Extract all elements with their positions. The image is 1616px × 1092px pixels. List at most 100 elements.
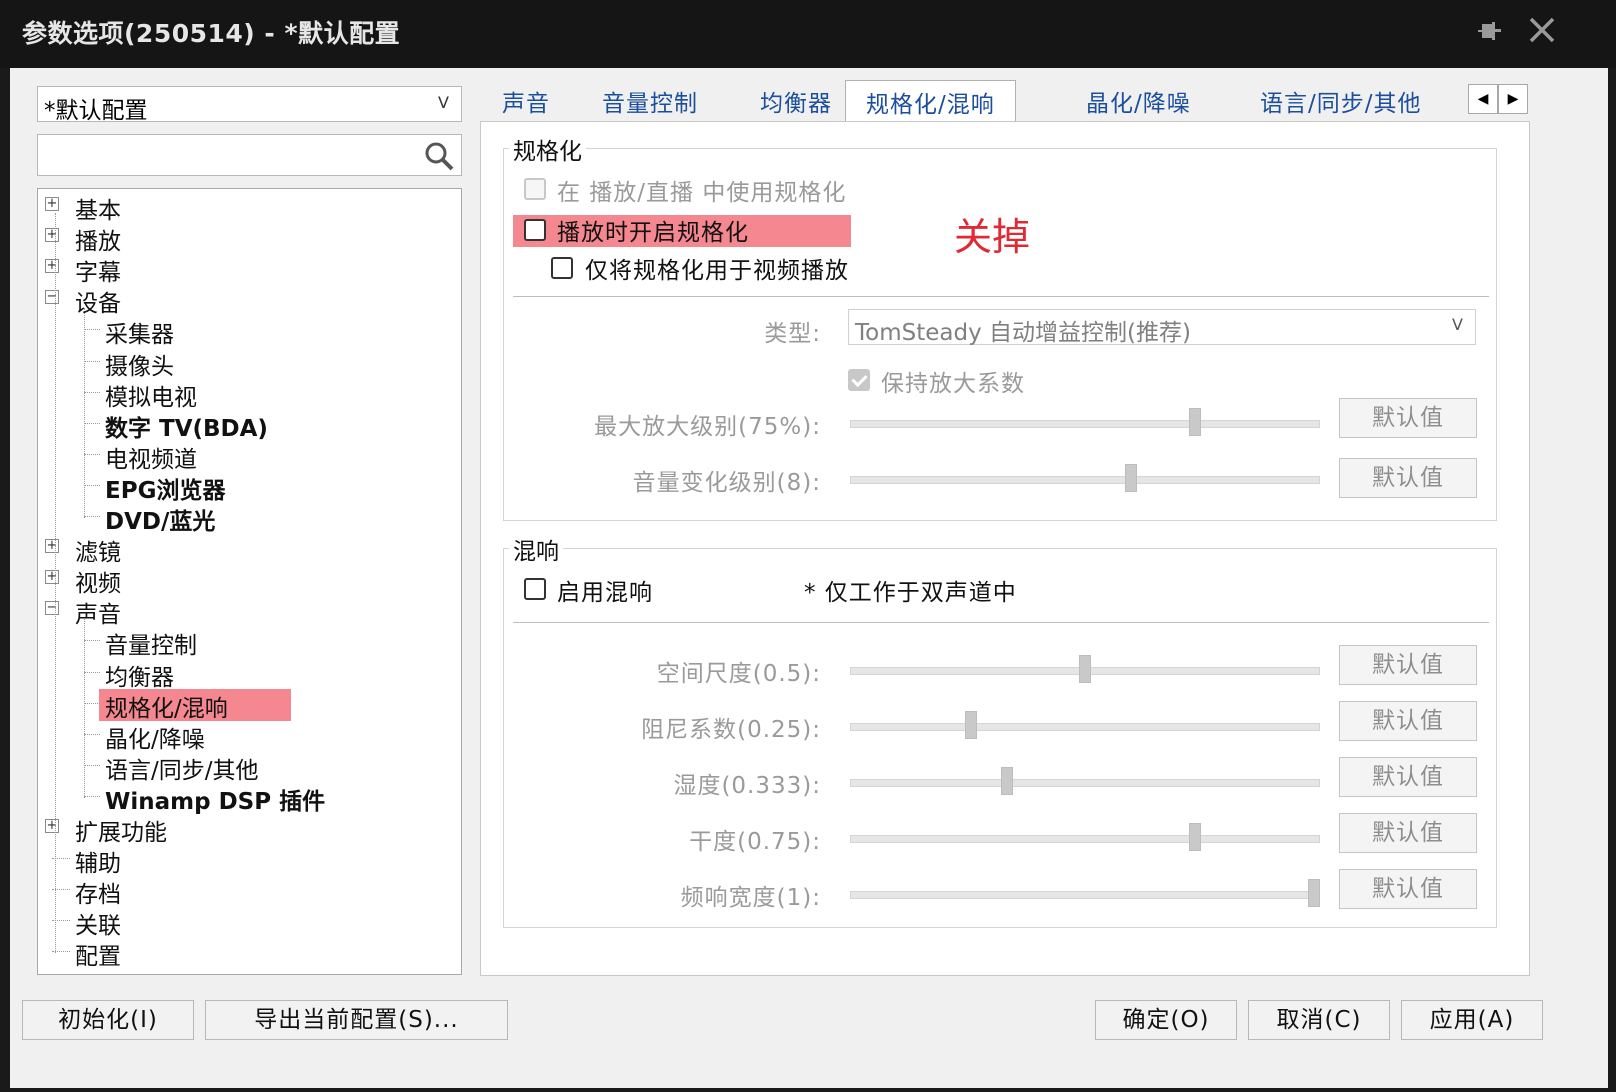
collapse-icon[interactable]: − (45, 290, 59, 305)
tab-item[interactable]: 语言/同步/其他 (1260, 84, 1422, 118)
tab-item[interactable]: 规格化/混响 (845, 80, 1016, 125)
reverb-default-button[interactable]: 默认值 (1339, 757, 1477, 797)
max-gain-label: 最大放大级别(75%): (594, 414, 821, 440)
tree-item-label: 关联 (75, 913, 121, 940)
tree-item[interactable]: − 设备 (45, 284, 121, 317)
tree-connector (84, 764, 100, 766)
profile-select[interactable]: *默认配置 V (37, 86, 462, 124)
tree-connector (55, 213, 56, 954)
reverb-default-button[interactable]: 默认值 (1339, 645, 1477, 685)
tree-item[interactable]: 均衡器 (84, 658, 174, 691)
tree-item[interactable]: 配置 (52, 937, 121, 970)
tree-item[interactable]: Winamp DSP 插件 (84, 782, 325, 815)
tab-page: 规格化 在 播放/直播 中使用规格化 播放时开启规格化 关掉 仅将规格化用于视频… (480, 121, 1530, 976)
reverb-default-button[interactable]: 默认值 (1339, 869, 1477, 909)
tab-scroll-left-icon[interactable]: ◀ (1468, 84, 1498, 114)
collapse-icon[interactable]: − (45, 601, 59, 616)
reverb-slider-thumb[interactable] (1188, 823, 1201, 851)
tree-item-label: 语言/同步/其他 (105, 757, 259, 784)
max-gain-slider-thumb[interactable] (1188, 408, 1201, 436)
tree-item[interactable]: 存档 (52, 875, 121, 908)
tab-scroll-right-icon[interactable]: ▶ (1498, 84, 1528, 114)
expand-icon[interactable]: + (45, 228, 59, 243)
volume-change-default-button[interactable]: 默认值 (1339, 458, 1477, 498)
tree-item[interactable]: + 滤镜 (45, 533, 121, 567)
tree-item[interactable]: EPG浏览器 (84, 471, 225, 504)
reverb-slider-label: 干度(0.75): (689, 829, 821, 855)
tree-item-label: 晶化/降噪 (105, 726, 205, 753)
tree-item[interactable]: − 声音 (45, 595, 121, 628)
tree-item[interactable]: + 基本 (45, 191, 121, 224)
tree-item[interactable]: 晶化/降噪 (84, 720, 205, 753)
export-config-button[interactable]: 导出当前配置(S)... (205, 1000, 508, 1040)
reverb-slider-thumb[interactable] (964, 711, 977, 739)
expand-icon[interactable]: + (45, 259, 59, 274)
volume-change-slider-thumb[interactable] (1124, 464, 1137, 492)
enable-reverb-checkbox[interactable] (524, 578, 546, 600)
expand-icon[interactable]: + (45, 197, 59, 211)
reverb-slider-thumb[interactable] (1079, 655, 1091, 683)
category-tree: + 基本 + 播放 + 字幕 − 设备 采集器 摄像头 模拟电视 数字 TV(BDA) 电视频道 EPG浏… (37, 188, 462, 975)
tree-item[interactable]: + 播放 (45, 222, 121, 255)
tree-item[interactable]: + 字幕 (45, 253, 121, 287)
expand-icon[interactable]: + (45, 819, 59, 833)
max-gain-default-button[interactable]: 默认值 (1339, 398, 1477, 438)
tree-item-label: 采集器 (105, 322, 174, 349)
use-in-playback-live-label: 在 播放/直播 中使用规格化 (557, 180, 847, 206)
tab-item[interactable]: 均衡器 (760, 84, 832, 118)
tree-item[interactable]: + 扩展功能 (45, 813, 167, 846)
tree-item[interactable]: DVD/蓝光 (84, 502, 215, 535)
expand-icon[interactable]: + (45, 539, 59, 554)
chevron-down-icon: V (1452, 315, 1463, 334)
reverb-default-button[interactable]: 默认值 (1339, 701, 1477, 741)
tree-item[interactable]: + 视频 (45, 564, 121, 598)
tree-item[interactable]: 电视频道 (84, 440, 197, 473)
pin-icon[interactable] (1474, 18, 1504, 48)
tree-item-label: 均衡器 (105, 664, 174, 691)
tab-item[interactable]: 晶化/降噪 (1086, 84, 1191, 118)
tree-connector (84, 391, 100, 393)
volume-change-slider-track (850, 476, 1320, 484)
expand-icon[interactable]: + (45, 570, 59, 585)
tab-item[interactable]: 音量控制 (602, 84, 698, 118)
reverb-group-title: 混响 (509, 532, 563, 566)
ok-button[interactable]: 确定(O) (1095, 1000, 1237, 1040)
use-in-playback-live-checkbox[interactable] (524, 178, 546, 200)
tab-item[interactable]: 声音 (502, 84, 550, 118)
tree-item[interactable]: 辅助 (52, 844, 121, 877)
keep-gain-checkbox[interactable] (848, 369, 870, 391)
reverb-slider-thumb[interactable] (1001, 767, 1014, 795)
tree-item[interactable]: 音量控制 (84, 626, 197, 660)
tree-connector (84, 516, 100, 517)
cancel-button[interactable]: 取消(C) (1248, 1000, 1390, 1040)
tree-item-label: 字幕 (75, 260, 121, 287)
tree-item[interactable]: 数字 TV(BDA) (84, 409, 268, 442)
reverb-slider-thumb[interactable] (1308, 879, 1320, 907)
type-select[interactable]: TomSteady 自动增益控制(推荐) V (848, 309, 1476, 346)
search-input[interactable] (37, 134, 462, 176)
tab-strip: 声音 音量控制 均衡器 规格化/混响 晶化/降噪 语言/同步/其他 ◀ ▶ (480, 80, 1580, 125)
search-icon[interactable] (423, 140, 455, 172)
tree-item-label: 音量控制 (105, 633, 197, 660)
tree-item[interactable]: 规格化/混响 (84, 688, 291, 722)
tree-item-label: 滤镜 (75, 540, 121, 567)
close-icon[interactable] (1526, 14, 1558, 46)
tree-item-label: 视频 (75, 571, 121, 598)
reverb-slider-track (850, 779, 1320, 787)
tree-item-label: 模拟电视 (105, 384, 197, 411)
tree-item[interactable]: 语言/同步/其他 (84, 751, 259, 784)
reverb-default-button[interactable]: 默认值 (1339, 813, 1477, 853)
video-only-checkbox[interactable] (551, 257, 573, 279)
enable-on-play-checkbox[interactable] (524, 219, 546, 241)
window-title: 参数选项(250514) - *默认配置 (22, 19, 401, 48)
tree-item[interactable]: 关联 (52, 906, 121, 940)
init-button[interactable]: 初始化(I) (22, 1000, 194, 1040)
tree-connector (84, 484, 100, 486)
reverb-slider-track (850, 835, 1320, 843)
tree-item[interactable]: 摄像头 (84, 347, 174, 380)
chevron-down-icon: V (438, 93, 449, 112)
apply-button[interactable]: 应用(A) (1401, 1000, 1543, 1040)
tree-item-label: 规格化/混响 (105, 695, 228, 722)
tree-item[interactable]: 采集器 (84, 315, 174, 349)
tree-item[interactable]: 模拟电视 (84, 378, 197, 411)
